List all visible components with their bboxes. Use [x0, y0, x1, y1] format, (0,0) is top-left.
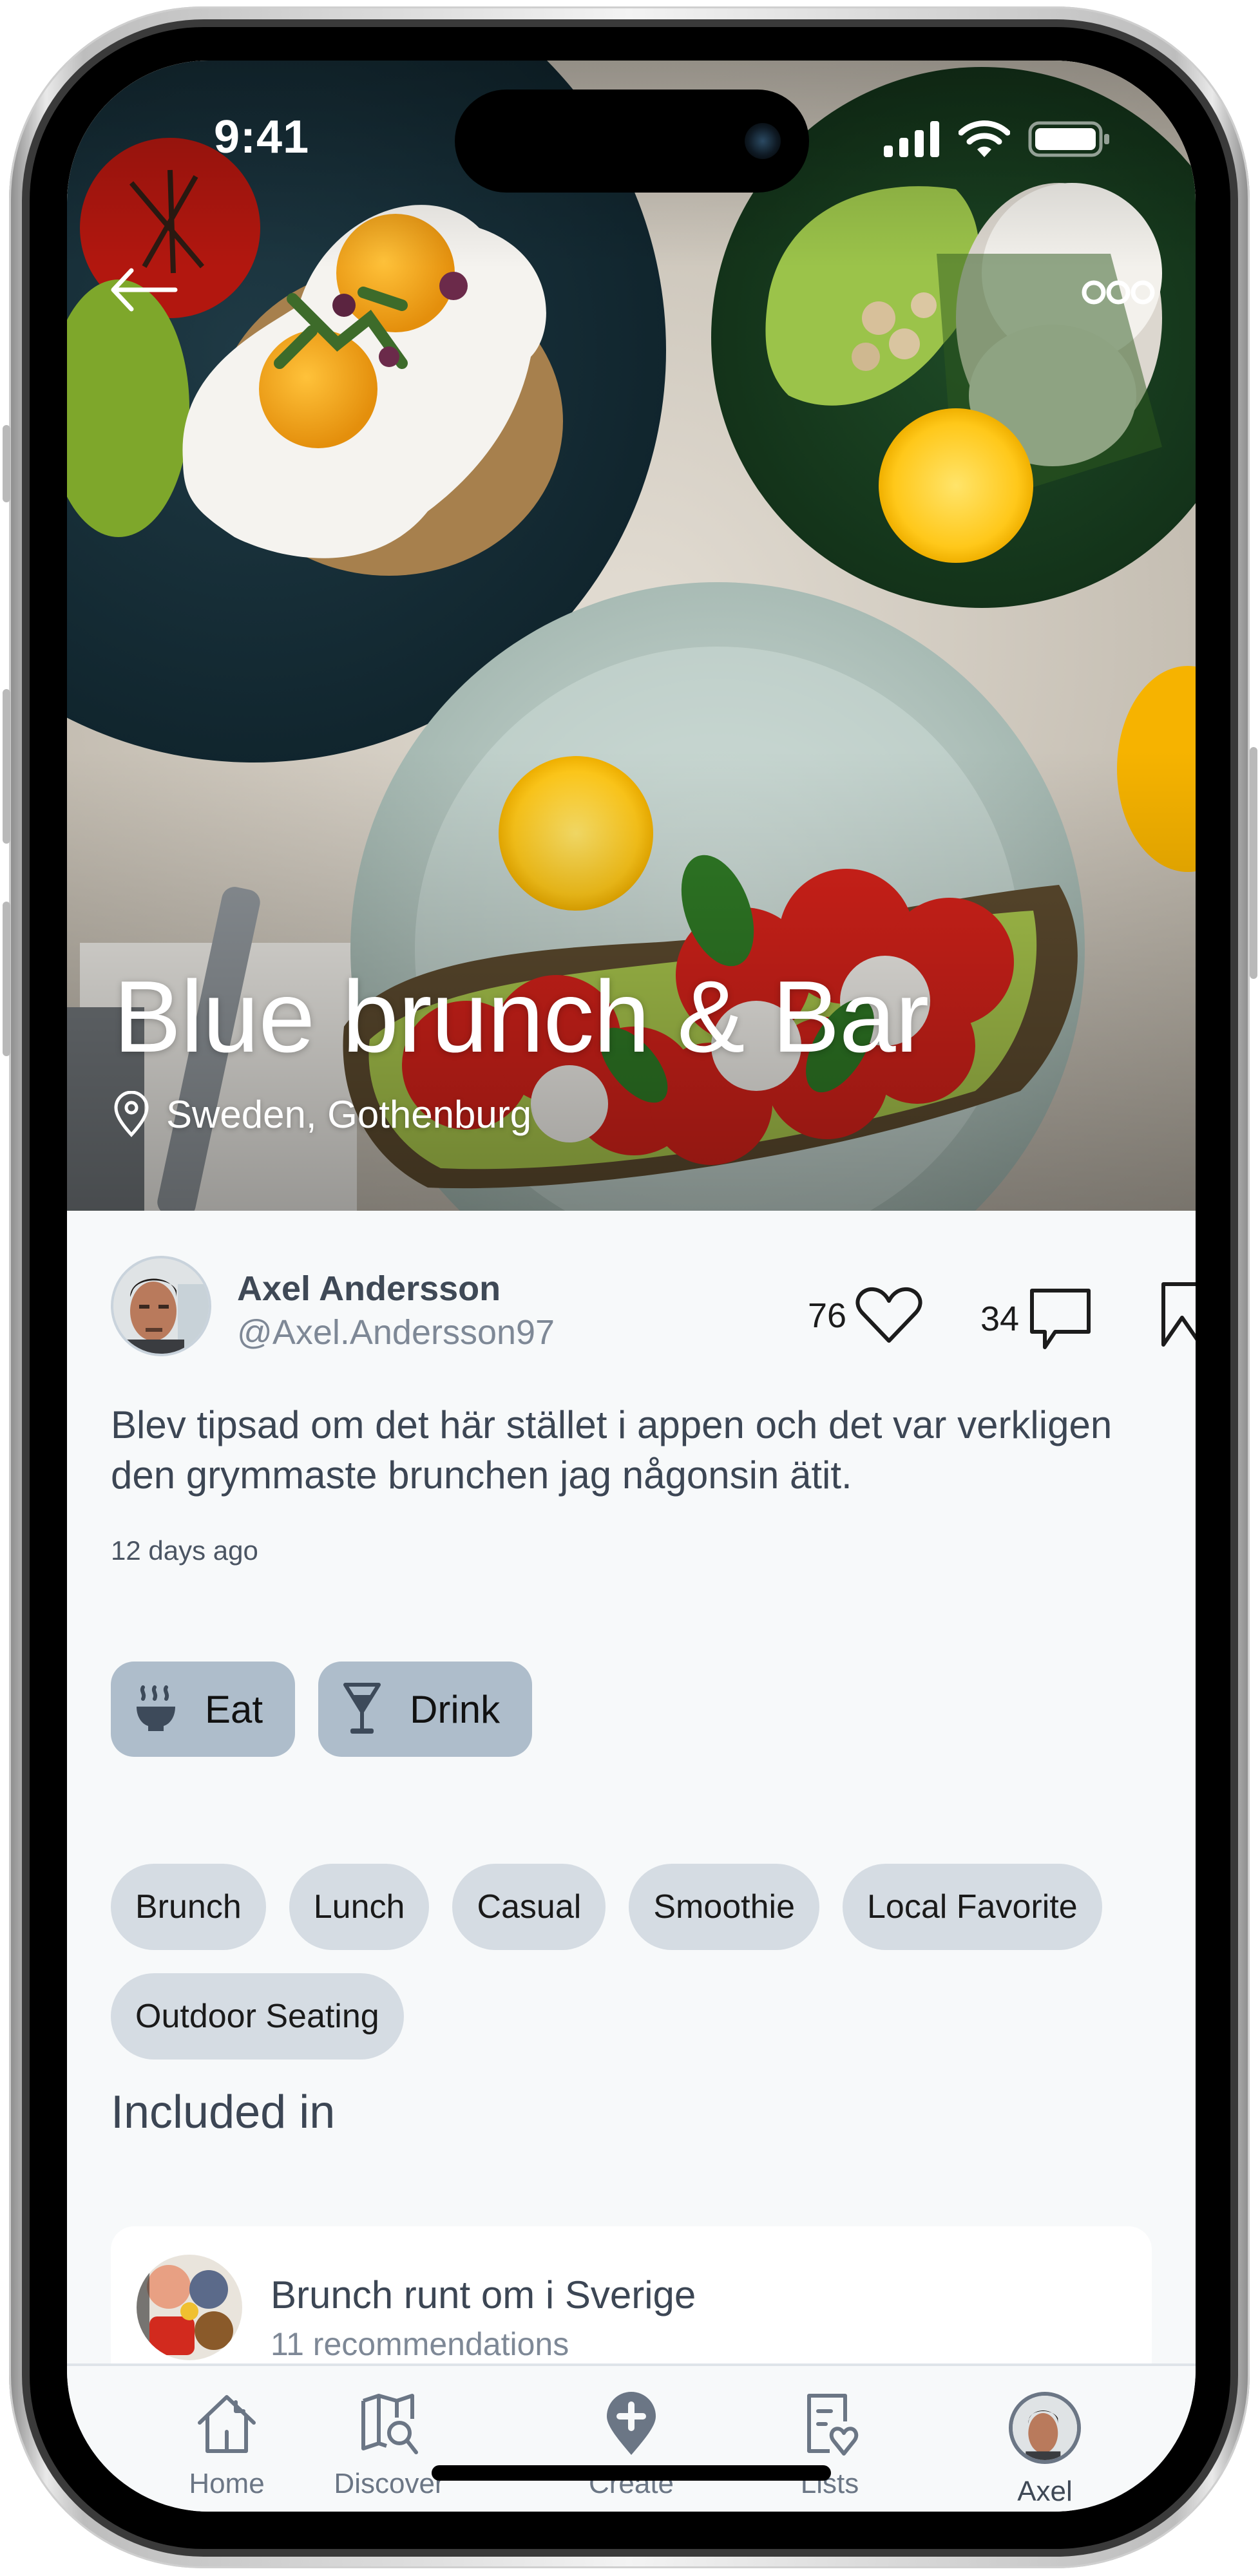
tab-discover[interactable]: Discover — [318, 2392, 460, 2500]
hero-image: 9:41 Blue brunch & Bar Sweden, Gothenbur… — [67, 61, 1196, 1211]
volume-up-button — [3, 689, 10, 844]
tag-chip[interactable]: Local Favorite — [843, 1864, 1102, 1950]
author-avatar[interactable] — [111, 1256, 211, 1356]
category-chip-eat[interactable]: Eat — [111, 1662, 296, 1757]
tag-chip[interactable]: Brunch — [111, 1864, 266, 1950]
home-indicator[interactable] — [432, 2465, 831, 2481]
list-count: 11 recommendations — [271, 2326, 569, 2362]
location-text: Sweden, Gothenburg — [166, 1092, 532, 1136]
comment-count: 34 — [980, 1300, 1020, 1338]
add-location-icon — [607, 2392, 656, 2455]
bowl-steam-icon — [137, 1685, 175, 1731]
power-button — [1250, 747, 1257, 979]
included-in-heading: Included in — [111, 2087, 336, 2138]
battery-icon — [1028, 121, 1109, 157]
author-handle[interactable]: @Axel.Andersson97 — [237, 1312, 555, 1352]
tab-home[interactable]: Home — [156, 2392, 298, 2500]
bookmark-icon — [1161, 1282, 1196, 1347]
dynamic-island — [455, 90, 809, 193]
tag-chip[interactable]: Outdoor Seating — [111, 1973, 404, 2060]
category-chips: Eat Drink — [111, 1662, 533, 1757]
more-options-icon — [1082, 280, 1155, 305]
tag-chip[interactable]: Lunch — [289, 1864, 430, 1950]
tag-chip[interactable]: Casual — [452, 1864, 606, 1950]
author-row: Axel Andersson @Axel.Andersson97 76 34 — [111, 1256, 1196, 1365]
list-heart-icon — [807, 2394, 859, 2456]
front-camera — [745, 123, 781, 159]
author-name[interactable]: Axel Andersson — [237, 1269, 501, 1309]
volume-down-button — [3, 902, 10, 1056]
arrow-left-icon — [111, 268, 178, 312]
author-photo — [113, 1258, 209, 1354]
like-button[interactable]: 76 — [808, 1287, 922, 1345]
post-timestamp: 12 days ago — [111, 1535, 258, 1566]
comment-button[interactable]: 34 — [980, 1287, 1093, 1351]
post-description: Blev tipsad om det här stället i appen o… — [111, 1403, 1112, 1497]
more-options-button[interactable] — [1080, 273, 1157, 312]
tab-lists[interactable]: Lists — [759, 2392, 901, 2500]
category-label: Eat — [205, 1687, 263, 1731]
cellular-signal-icon — [884, 121, 939, 157]
comment-icon — [1030, 1289, 1091, 1349]
wifi-icon — [959, 120, 1010, 157]
tab-label: Home — [189, 2468, 265, 2499]
heart-icon — [855, 1287, 922, 1343]
tag-chip[interactable]: Smoothie — [629, 1864, 820, 1950]
map-search-icon — [361, 2394, 418, 2454]
action-button — [3, 425, 10, 502]
tab-bar: Home Discover Create Lists Axel — [67, 2363, 1196, 2512]
tab-label: Discover — [334, 2468, 444, 2499]
category-label: Drink — [410, 1687, 501, 1731]
tab-label: Axel — [1017, 2476, 1073, 2507]
place-location: Sweden, Gothenburg — [113, 1091, 531, 1137]
home-icon — [198, 2395, 256, 2453]
profile-avatar — [1009, 2392, 1081, 2464]
cocktail-glass-icon — [343, 1683, 381, 1734]
location-pin-icon — [114, 1091, 149, 1137]
tag-list: Brunch Lunch Casual Smoothie Local Favor… — [111, 1864, 1167, 2060]
back-button[interactable] — [108, 264, 179, 316]
profile-photo — [1013, 2396, 1077, 2460]
tab-create[interactable]: Create — [560, 2392, 702, 2500]
status-time: 9:41 — [214, 111, 310, 163]
list-thumbnail-photo — [137, 2255, 242, 2360]
bookmark-button[interactable] — [1160, 1282, 1196, 1352]
list-thumbnail — [137, 2255, 242, 2360]
screen: 9:41 Blue brunch & Bar Sweden, Gothenbur… — [67, 61, 1196, 2512]
tab-profile[interactable]: Axel — [974, 2392, 1116, 2508]
status-icons — [883, 120, 1112, 158]
category-chip-drink[interactable]: Drink — [318, 1662, 533, 1757]
list-name: Brunch runt om i Sverige — [271, 2273, 696, 2316]
place-title: Blue brunch & Bar — [113, 960, 929, 1074]
like-count: 76 — [808, 1296, 847, 1335]
